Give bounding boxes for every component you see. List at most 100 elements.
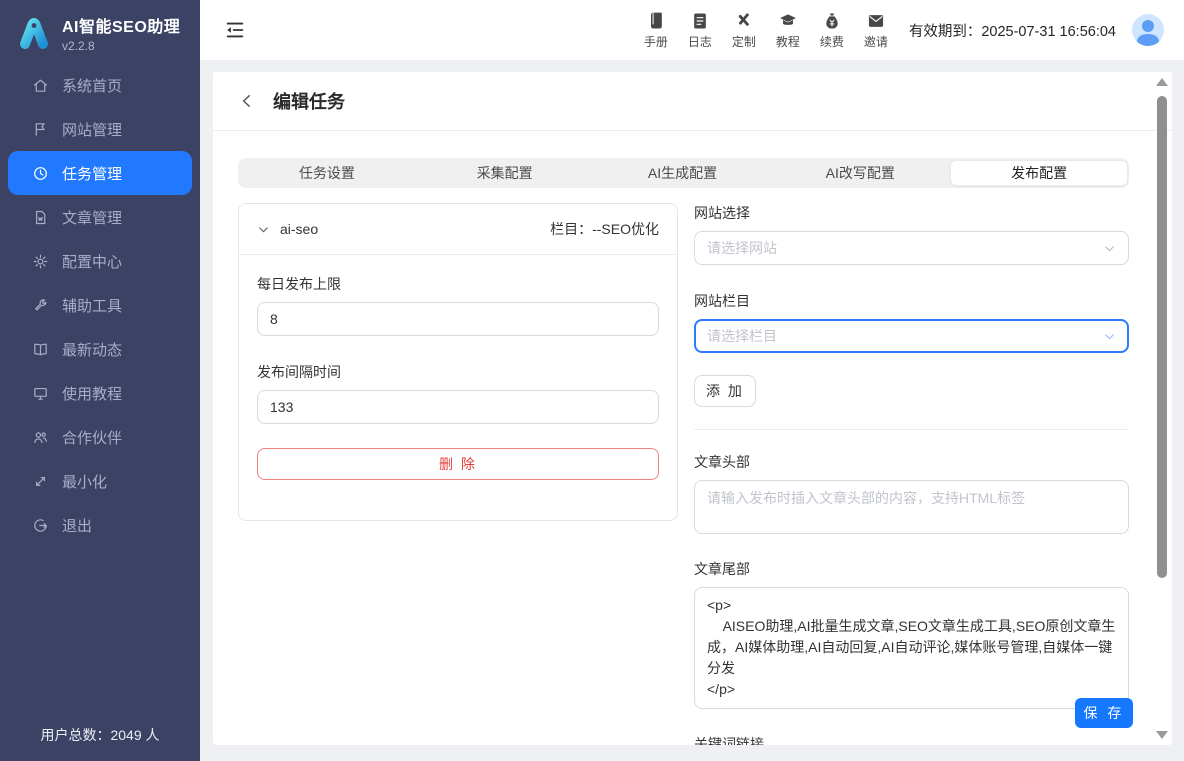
chevron-down-icon [1103, 330, 1116, 343]
logout-icon [32, 517, 49, 534]
keyword-links-label: 关键词链接 [694, 734, 1129, 745]
column-select[interactable]: 请选择栏目 [694, 319, 1129, 353]
book-open-icon [32, 341, 49, 358]
toolbar-item-tutorial[interactable]: 教程 [771, 11, 805, 50]
site-task-card-header[interactable]: ai-seo 栏目：--SEO优化 [239, 204, 677, 255]
license-expiry-value: 2025-07-31 16:56:04 [981, 24, 1116, 40]
toolbar-item-log[interactable]: 日志 [683, 11, 717, 50]
license-expiry-label: 有效期到： [909, 24, 982, 40]
article-header-textarea[interactable] [694, 480, 1129, 534]
toolbar-item-label: 日志 [688, 33, 712, 50]
column-select-placeholder: 请选择栏目 [707, 326, 777, 346]
edit-task-panel: 编辑任务 任务设置 采集配置 AI生成配置 AI改写配置 发布配置 ai-seo… [213, 72, 1172, 745]
wrench-icon [32, 297, 49, 314]
delete-button[interactable]: 删 除 [257, 448, 659, 480]
main-content: 编辑任务 任务设置 采集配置 AI生成配置 AI改写配置 发布配置 ai-seo… [200, 60, 1184, 761]
home-icon [32, 77, 49, 94]
tab-collect-config[interactable]: 采集配置 [417, 160, 593, 186]
flag-icon [32, 121, 49, 138]
site-name: ai-seo [280, 221, 318, 237]
app-title: AI智能SEO助理 [62, 13, 180, 37]
money-bag-icon [822, 11, 842, 31]
site-select-label: 网站选择 [694, 203, 1129, 223]
chevron-left-icon [238, 92, 256, 110]
tab-ai-generate-config[interactable]: AI生成配置 [595, 160, 771, 186]
sidebar-item-label: 合作伙伴 [62, 427, 122, 448]
tab-ai-rewrite-config[interactable]: AI改写配置 [772, 160, 948, 186]
custom-tools-icon [734, 11, 754, 31]
sidebar-item-minimize[interactable]: 最小化 [8, 459, 192, 503]
back-button[interactable] [238, 92, 256, 110]
scrollbar-down-arrow[interactable] [1156, 731, 1168, 739]
menu-fold-icon[interactable] [224, 19, 246, 41]
sidebar-item-home[interactable]: 系统首页 [8, 63, 192, 107]
partners-icon [32, 429, 49, 446]
column-info: 栏目：--SEO优化 [550, 219, 659, 239]
column-select-label: 网站栏目 [694, 291, 1129, 311]
envelope-icon [866, 11, 886, 31]
sidebar-item-label: 网站管理 [62, 119, 122, 140]
scrollbar-up-arrow[interactable] [1156, 78, 1168, 86]
toolbar-item-label: 手册 [644, 33, 668, 50]
toolbar-item-renew[interactable]: 续费 [815, 11, 849, 50]
license-expiry: 有效期到：2025-07-31 16:56:04 [909, 20, 1116, 41]
page-title: 编辑任务 [273, 88, 345, 114]
sidebar-item-tutorial[interactable]: 使用教程 [8, 371, 192, 415]
chevron-down-icon [257, 223, 270, 236]
config-tabbar: 任务设置 采集配置 AI生成配置 AI改写配置 发布配置 [238, 158, 1129, 188]
sidebar-item-label: 辅助工具 [62, 295, 122, 316]
article-header-label: 文章头部 [694, 452, 1129, 472]
sidebar-menu: 系统首页 网站管理 任务管理 文章管理 配置中心 辅助工具 最新动态 使用教程 [0, 63, 200, 547]
article-footer-label: 文章尾部 [694, 559, 1129, 579]
sidebar-item-label: 系统首页 [62, 75, 122, 96]
toolbar-item-custom[interactable]: 定制 [727, 11, 761, 50]
gear-icon [32, 253, 49, 270]
daily-limit-input[interactable] [257, 302, 659, 336]
vertical-scrollbar [1154, 76, 1170, 741]
sidebar-item-config[interactable]: 配置中心 [8, 239, 192, 283]
toolbar-item-invite[interactable]: 邀请 [859, 11, 893, 50]
document-icon [32, 209, 49, 226]
avatar-person-icon [1142, 20, 1154, 32]
toolbar-item-label: 定制 [732, 33, 756, 50]
sidebar-item-tasks[interactable]: 任务管理 [8, 151, 192, 195]
sidebar-item-label: 最新动态 [62, 339, 122, 360]
user-avatar[interactable] [1132, 14, 1164, 46]
app-logo-icon [16, 15, 52, 51]
toolbar-item-manual[interactable]: 手册 [639, 11, 673, 50]
toolbar-item-label: 续费 [820, 33, 844, 50]
interval-label: 发布间隔时间 [257, 362, 659, 382]
site-select[interactable]: 请选择网站 [694, 231, 1129, 265]
book-icon [646, 11, 666, 31]
page-header: 编辑任务 [213, 72, 1172, 131]
sidebar-item-partners[interactable]: 合作伙伴 [8, 415, 192, 459]
sidebar-item-logout[interactable]: 退出 [8, 503, 192, 547]
graduation-cap-icon [778, 11, 798, 31]
sidebar-item-label: 退出 [62, 515, 92, 536]
chevron-down-icon [1103, 242, 1116, 255]
sidebar-item-websites[interactable]: 网站管理 [8, 107, 192, 151]
monitor-icon [32, 385, 49, 402]
sidebar-item-label: 使用教程 [62, 383, 122, 404]
sidebar-item-news[interactable]: 最新动态 [8, 327, 192, 371]
scrollbar-thumb[interactable] [1157, 96, 1167, 578]
save-button[interactable]: 保 存 [1075, 698, 1133, 728]
sidebar-item-tools[interactable]: 辅助工具 [8, 283, 192, 327]
add-button[interactable]: 添 加 [694, 375, 756, 407]
user-total-count: 用户总数：2049 人 [0, 725, 200, 761]
sidebar-item-articles[interactable]: 文章管理 [8, 195, 192, 239]
sidebar-item-label: 任务管理 [62, 163, 122, 184]
article-footer-textarea[interactable]: <p> AISEO助理,AI批量生成文章,SEO文章生成工具,SEO原创文章生成… [694, 587, 1129, 709]
tab-task-settings[interactable]: 任务设置 [239, 160, 415, 186]
section-divider [694, 429, 1129, 430]
tab-publish-config[interactable]: 发布配置 [950, 160, 1128, 186]
clock-icon [32, 165, 49, 182]
top-header: 手册 日志 定制 教程 续费 邀请 有效期到： [200, 0, 1184, 60]
app-version: v2.2.8 [62, 39, 180, 53]
site-select-placeholder: 请选择网站 [707, 238, 777, 258]
interval-input[interactable] [257, 390, 659, 424]
minimize-icon [32, 473, 49, 490]
toolbar-item-label: 邀请 [864, 33, 888, 50]
sidebar: AI智能SEO助理 v2.2.8 系统首页 网站管理 任务管理 文章管理 配置中… [0, 0, 200, 761]
site-task-card: ai-seo 栏目：--SEO优化 每日发布上限 发布间隔时间 删 除 [238, 203, 678, 521]
